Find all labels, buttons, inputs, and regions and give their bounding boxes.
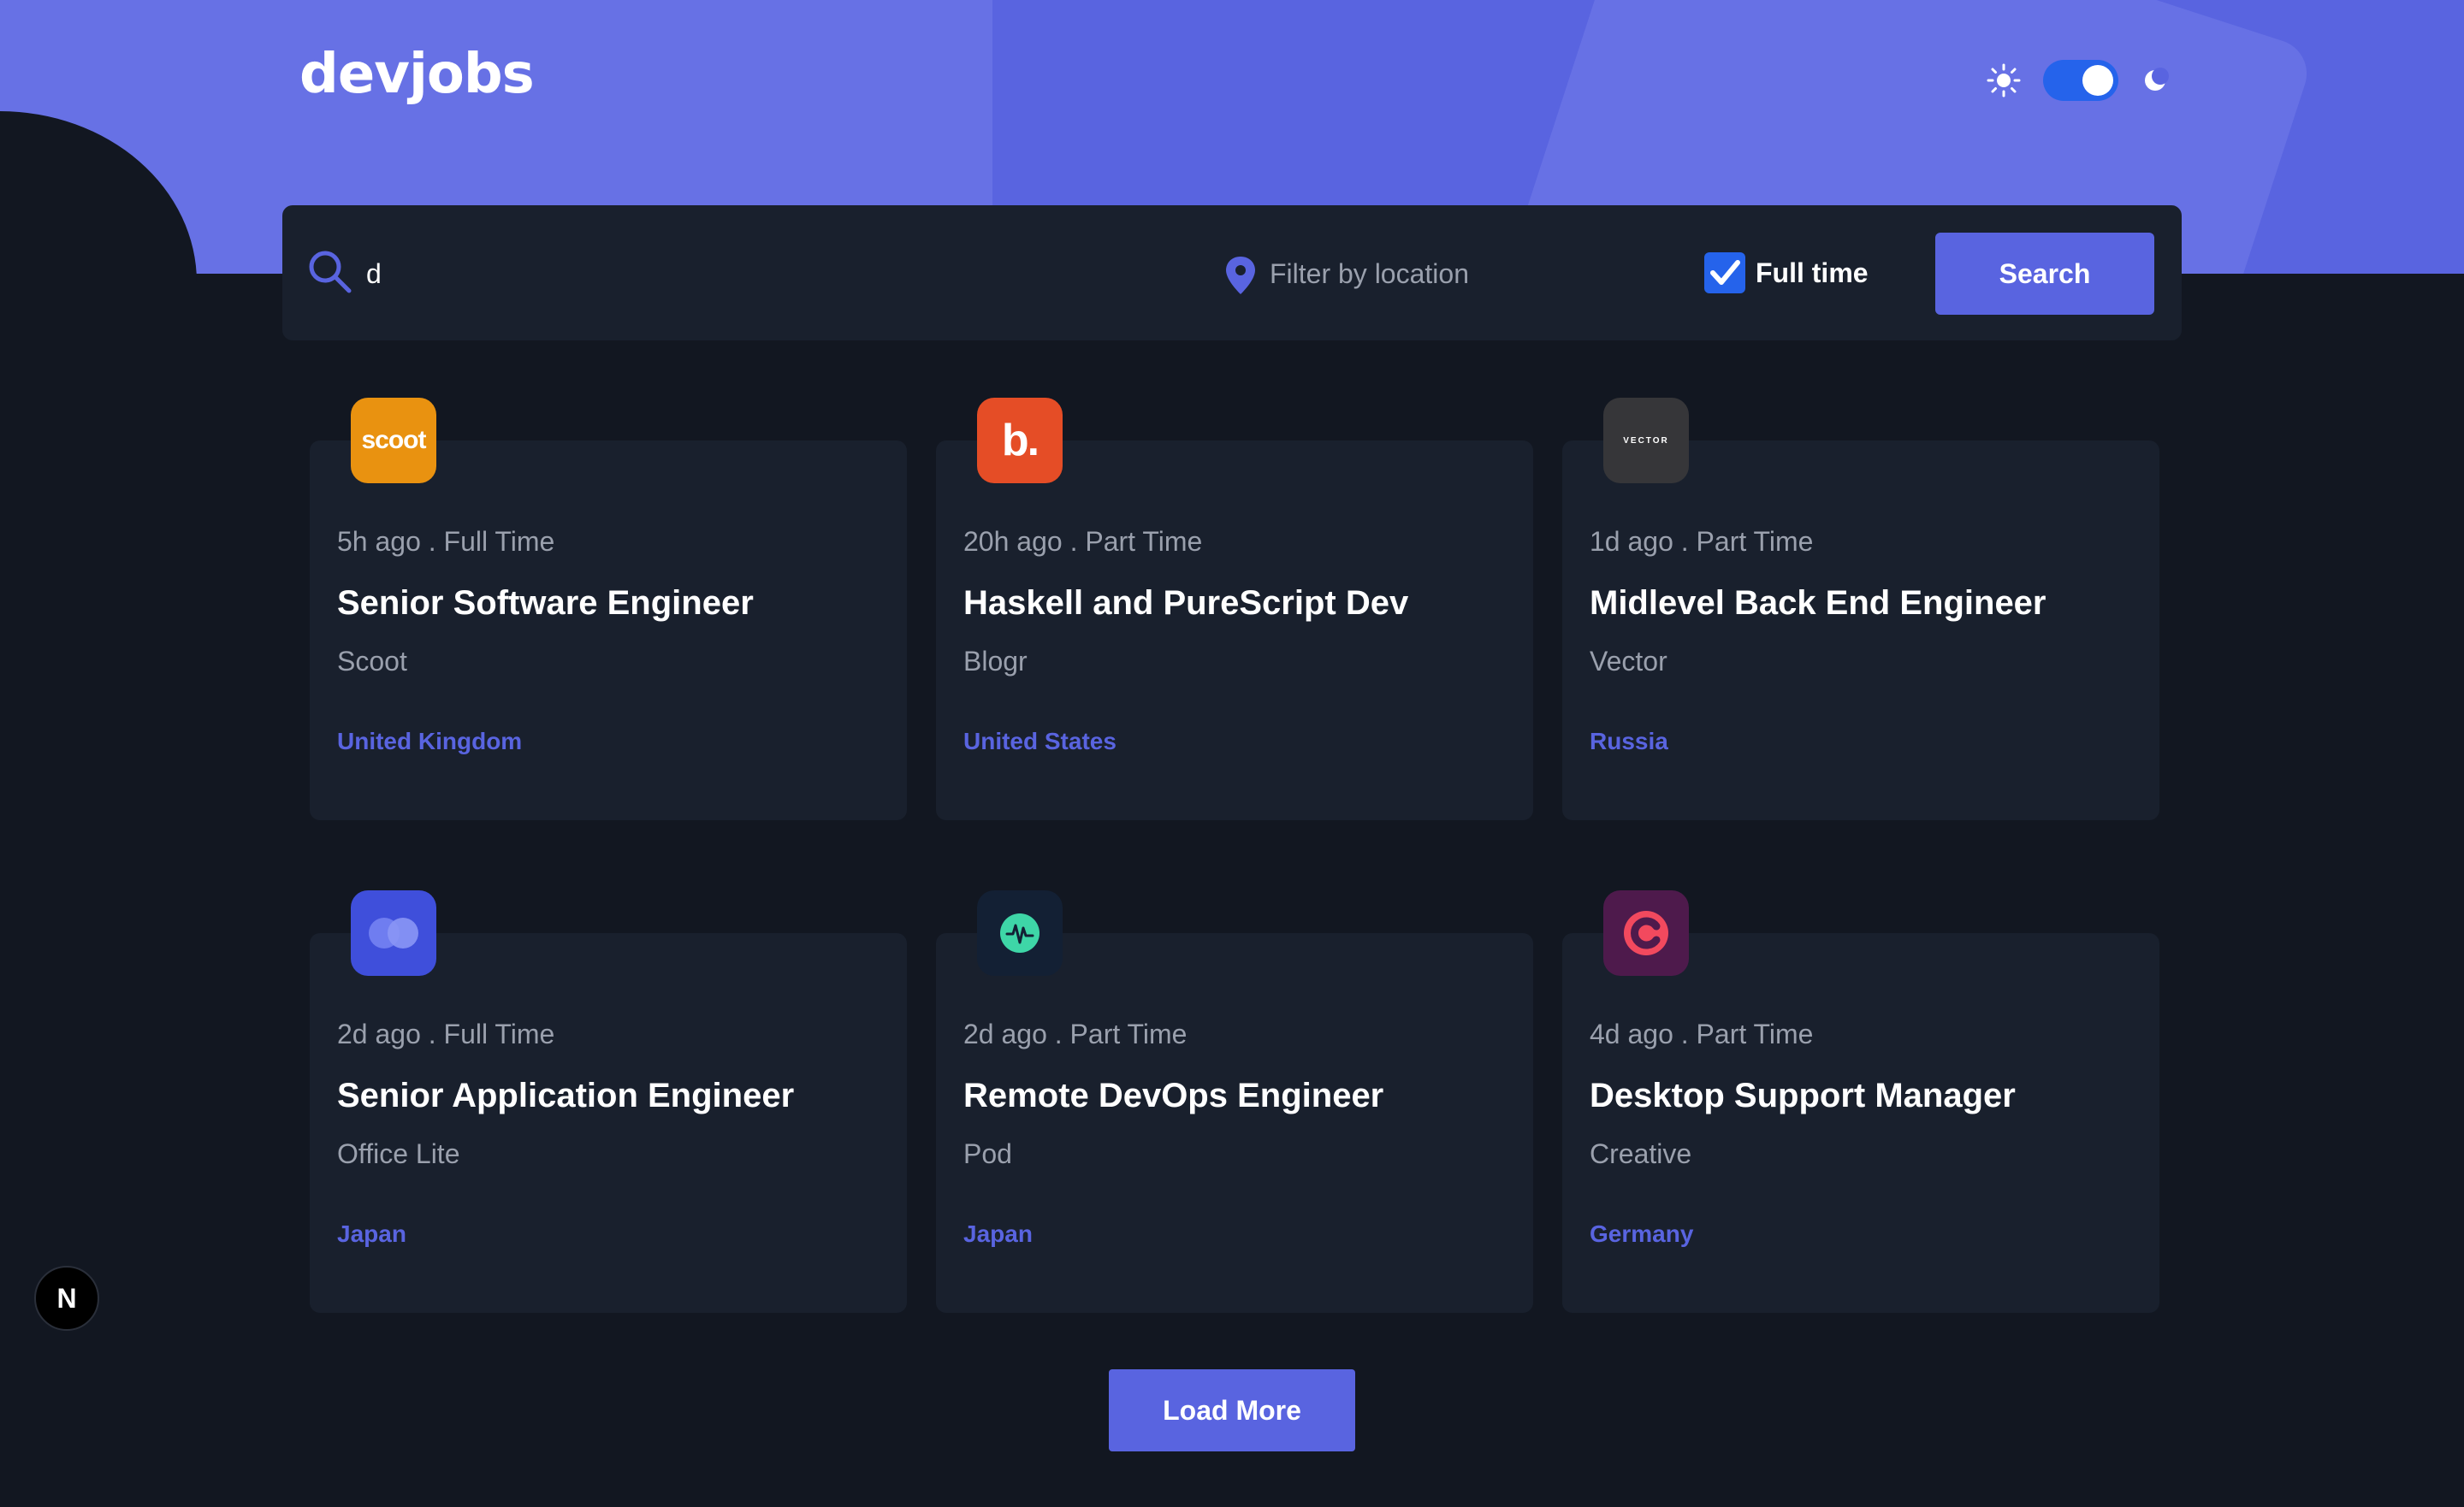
job-location: Germany	[1590, 1220, 1694, 1247]
job-title[interactable]: Desktop Support Manager	[1590, 1077, 2016, 1115]
job-card[interactable]: b. 20h ago . Part Time Haskell and PureS…	[936, 398, 1533, 820]
search-button[interactable]: Search	[1935, 233, 2154, 315]
dev-tools-badge[interactable]: N	[34, 1266, 99, 1331]
job-title[interactable]: Midlevel Back End Engineer	[1590, 584, 2046, 623]
search-bar: Full time Search	[282, 205, 2182, 340]
checkmark-icon	[1710, 260, 1740, 285]
search-icon	[306, 248, 356, 298]
job-card[interactable]: 2d ago . Full Time Senior Application En…	[310, 890, 907, 1313]
company-logo: VECTOR	[1603, 398, 1689, 483]
creative-logo-icon	[1624, 911, 1668, 955]
company-logo: b.	[977, 398, 1063, 483]
job-card[interactable]: scoot 5h ago . Full Time Senior Software…	[310, 398, 907, 820]
job-title[interactable]: Haskell and PureScript Dev	[963, 584, 1408, 623]
location-pin-icon	[1223, 255, 1258, 296]
fulltime-label: Full time	[1756, 257, 1869, 288]
job-meta: 2d ago . Part Time	[963, 1019, 1188, 1049]
job-meta: 2d ago . Full Time	[337, 1019, 555, 1049]
job-location: Russia	[1590, 728, 1668, 754]
job-title[interactable]: Remote DevOps Engineer	[963, 1077, 1383, 1115]
toggle-knob	[2082, 65, 2113, 96]
job-company: Blogr	[963, 646, 1028, 677]
job-location: United States	[963, 728, 1116, 754]
job-card[interactable]: 4d ago . Part Time Desktop Support Manag…	[1562, 890, 2159, 1313]
company-logo	[977, 890, 1063, 976]
job-meta: 20h ago . Part Time	[963, 526, 1203, 557]
company-logo	[1603, 890, 1689, 976]
pod-logo-icon	[1000, 913, 1040, 953]
job-meta: 4d ago . Part Time	[1590, 1019, 1814, 1049]
job-company: Office Lite	[337, 1138, 460, 1169]
theme-toggle[interactable]	[2043, 60, 2118, 101]
blogr-logo-text: b.	[1001, 416, 1040, 465]
job-company: Vector	[1590, 646, 1667, 677]
job-meta: 1d ago . Part Time	[1590, 526, 1814, 557]
job-company: Creative	[1590, 1138, 1692, 1169]
load-more-button[interactable]: Load More	[1109, 1369, 1355, 1451]
job-meta: 5h ago . Full Time	[337, 526, 555, 557]
job-title[interactable]: Senior Software Engineer	[337, 584, 754, 623]
job-company: Scoot	[337, 646, 407, 677]
company-logo: scoot	[351, 398, 436, 483]
job-card[interactable]: 2d ago . Part Time Remote DevOps Enginee…	[936, 890, 1533, 1313]
location-input[interactable]	[1268, 246, 1665, 301]
fulltime-filter[interactable]: Full time	[1704, 252, 1869, 293]
officelite-logo-icon	[369, 918, 418, 949]
job-location: United Kingdom	[337, 728, 523, 754]
job-card[interactable]: VECTOR 1d ago . Part Time Midlevel Back …	[1562, 398, 2159, 820]
fulltime-checkbox[interactable]	[1704, 252, 1745, 293]
company-logo	[351, 890, 436, 976]
job-company: Pod	[963, 1138, 1012, 1169]
moon-icon	[2141, 66, 2170, 95]
scoot-logo-text: scoot	[361, 426, 426, 454]
sun-icon	[1987, 63, 2021, 98]
job-title[interactable]: Senior Application Engineer	[337, 1077, 794, 1115]
brand-logo[interactable]: devjobs	[299, 43, 535, 106]
job-location: Japan	[963, 1220, 1033, 1247]
job-location: Japan	[337, 1220, 406, 1247]
vector-logo-text: VECTOR	[1623, 435, 1669, 446]
theme-switcher	[1987, 60, 2170, 101]
